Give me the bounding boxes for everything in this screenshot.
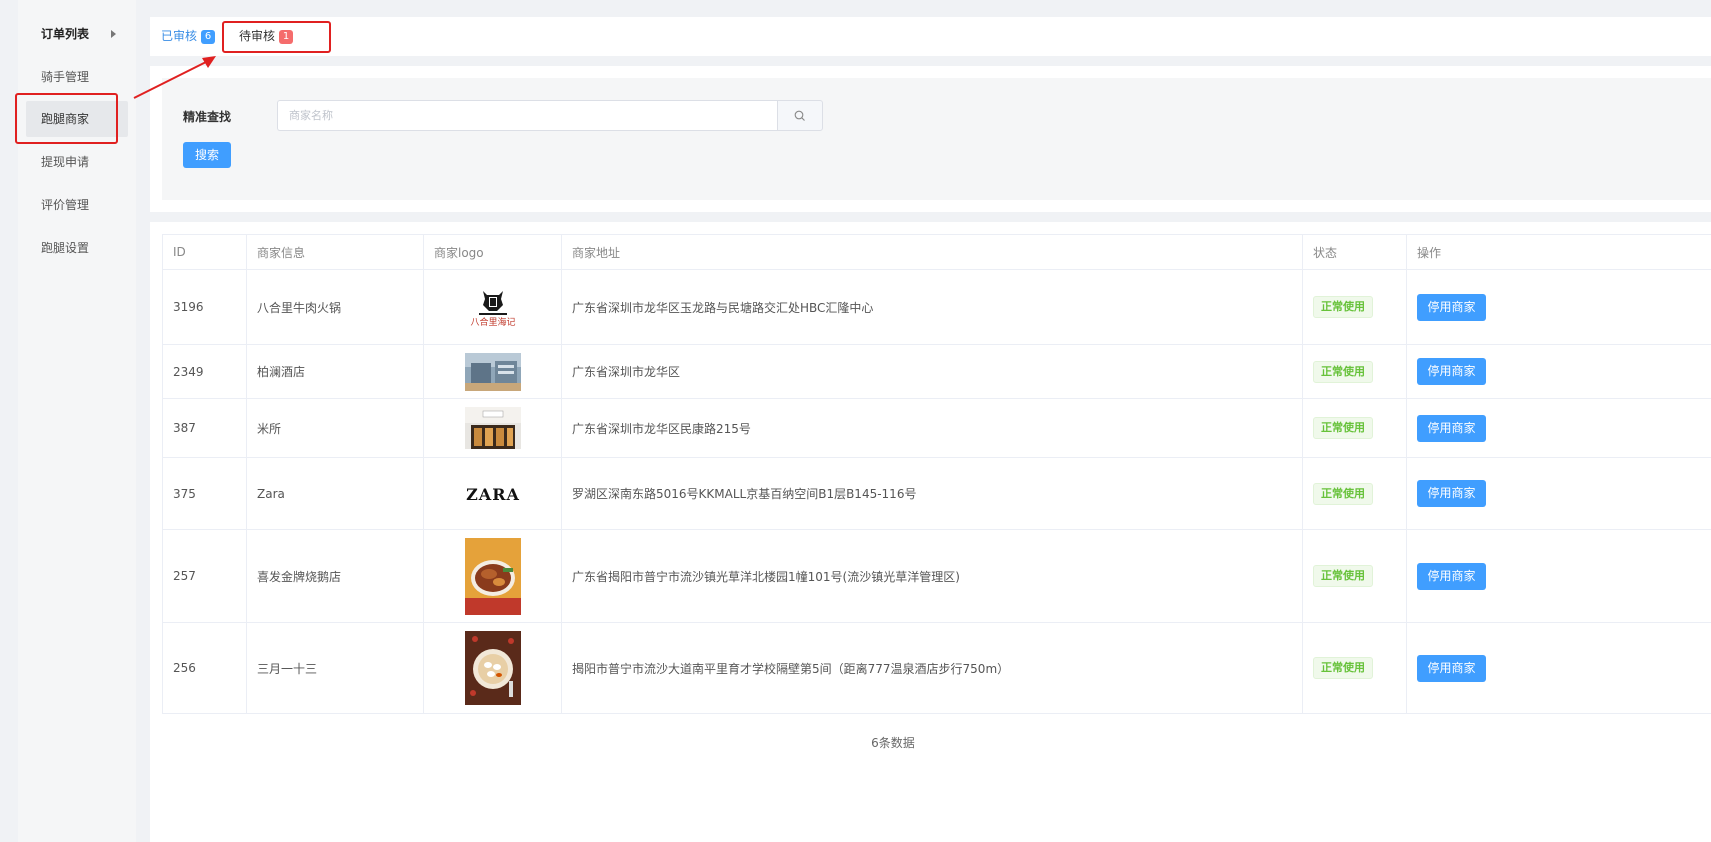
column-header-actions: 操作 xyxy=(1406,234,1711,270)
cell-address: 揭阳市普宁市流沙大道南平里育才学校隔壁第5间（距离777温泉酒店步行750m） xyxy=(561,622,1303,714)
merchant-logo-image xyxy=(464,407,521,449)
cell-logo xyxy=(423,622,562,714)
cell-name: 米所 xyxy=(246,398,424,458)
disable-merchant-button[interactable]: 停用商家 xyxy=(1417,293,1486,321)
search-icon xyxy=(794,110,805,121)
table-row: 257 喜发金牌烧鹅店 广东省揭阳市普宁市流沙镇光草洋北楼园1幢101号(流沙镇… xyxy=(162,529,1711,623)
merchant-logo-image xyxy=(464,537,521,615)
sidebar-item-reviews[interactable]: 评价管理 xyxy=(26,187,128,223)
cell-logo xyxy=(423,529,562,623)
disable-merchant-button[interactable]: 停用商家 xyxy=(1417,654,1486,682)
count-badge: 6 xyxy=(201,30,216,44)
cell-status: 正常使用 xyxy=(1302,457,1407,530)
cell-address: 广东省深圳市龙华区玉龙路与民塘路交汇处HBC汇隆中心 xyxy=(561,269,1303,345)
table-row: 2349 柏澜酒店 广东省深圳市龙华区 正常使用 停用商家 xyxy=(162,344,1711,399)
merchant-name-input[interactable] xyxy=(277,100,777,131)
sidebar-item-label: 提现申请 xyxy=(41,155,90,169)
cell-id: 375 xyxy=(162,457,247,530)
sidebar-item-label: 骑手管理 xyxy=(41,70,90,84)
table-row: 256 三月一十三 揭阳市普宁市流沙大道南平里育才学校隔壁第5间（距离777温泉… xyxy=(162,622,1711,714)
total-count: 6条数据 xyxy=(871,736,915,750)
disable-merchant-button[interactable]: 停用商家 xyxy=(1417,480,1486,507)
tab-bar: 已审核 6 待审核 1 xyxy=(150,17,1711,56)
cell-actions: 停用商家 xyxy=(1406,398,1711,458)
merchant-logo-image xyxy=(464,631,521,705)
cell-actions: 停用商家 xyxy=(1406,529,1711,623)
tab-label: 已审核 xyxy=(161,29,198,43)
sidebar-item-label: 订单列表 xyxy=(41,27,90,41)
cell-logo: ZARA xyxy=(423,457,562,530)
status-badge: 正常使用 xyxy=(1313,360,1373,383)
cell-actions: 停用商家 xyxy=(1406,344,1711,399)
sidebar-item-riders[interactable]: 骑手管理 xyxy=(26,59,128,95)
cell-address: 广东省揭阳市普宁市流沙镇光草洋北楼园1幢101号(流沙镇光草洋管理区) xyxy=(561,529,1303,623)
cell-actions: 停用商家 xyxy=(1406,269,1711,345)
sidebar-item-label: 跑腿设置 xyxy=(41,241,90,255)
table-row: 375 Zara ZARA 罗湖区深南东路5016号KKMALL京基百纳空间B1… xyxy=(162,457,1711,530)
cell-id: 3196 xyxy=(162,269,247,345)
search-icon-button[interactable] xyxy=(777,100,823,131)
annotation-box-tab xyxy=(222,21,331,53)
merchant-logo-image: 八合里海记 xyxy=(464,285,521,329)
status-badge: 正常使用 xyxy=(1313,657,1373,679)
sidebar-item-order-list[interactable]: 订单列表 xyxy=(26,16,128,52)
merchant-logo-image xyxy=(464,352,521,391)
cell-status: 正常使用 xyxy=(1302,622,1407,714)
sidebar-item-label: 评价管理 xyxy=(41,198,90,212)
merchant-logo-image: ZARA xyxy=(453,484,533,504)
annotation-arrow-icon xyxy=(133,56,216,99)
status-badge: 正常使用 xyxy=(1313,296,1373,318)
cell-status: 正常使用 xyxy=(1302,344,1407,399)
cell-actions: 停用商家 xyxy=(1406,457,1711,530)
annotation-box-sidebar xyxy=(15,93,118,144)
cell-address: 广东省深圳市龙华区 xyxy=(561,344,1303,399)
status-badge: 正常使用 xyxy=(1313,417,1373,439)
search-button[interactable]: 搜索 xyxy=(183,142,231,168)
filter-label: 精准查找 xyxy=(183,110,232,124)
cell-status: 正常使用 xyxy=(1302,529,1407,623)
cell-id: 387 xyxy=(162,398,247,458)
column-header-id: ID xyxy=(162,234,247,270)
cell-id: 257 xyxy=(162,529,247,623)
cell-address: 罗湖区深南东路5016号KKMALL京基百纳空间B1层B145-116号 xyxy=(561,457,1303,530)
column-header-address: 商家地址 xyxy=(561,234,1303,270)
filter-panel: 精准查找 搜索 xyxy=(150,66,1711,212)
column-header-info: 商家信息 xyxy=(246,234,424,270)
logo-text: 八合里海记 xyxy=(470,316,515,328)
table-row: 387 米所 广东省深圳市龙华区民康路215号 正常使用 停用商家 xyxy=(162,398,1711,458)
cell-status: 正常使用 xyxy=(1302,398,1407,458)
column-header-status: 状态 xyxy=(1302,234,1407,270)
table-row: 3196 八合里牛肉火锅 八合里海记 广东省深圳市龙华区玉龙路与民塘路交汇处HB… xyxy=(162,269,1711,345)
merchant-table: ID 商家信息 商家logo 商家地址 状态 操作 3196 八合里牛肉火锅 八… xyxy=(162,234,1711,714)
cell-name: 三月一十三 xyxy=(246,622,424,714)
disable-merchant-button[interactable]: 停用商家 xyxy=(1417,414,1486,442)
disable-merchant-button[interactable]: 停用商家 xyxy=(1417,562,1486,590)
cell-logo xyxy=(423,398,562,458)
cell-name: Zara xyxy=(246,457,424,530)
logo-text: ZARA xyxy=(466,485,520,504)
cell-logo xyxy=(423,344,562,399)
cell-logo: 八合里海记 xyxy=(423,269,562,345)
table-header-row: ID 商家信息 商家logo 商家地址 状态 操作 xyxy=(162,234,1711,270)
cell-id: 2349 xyxy=(162,344,247,399)
cell-address: 广东省深圳市龙华区民康路215号 xyxy=(561,398,1303,458)
sidebar-item-settings[interactable]: 跑腿设置 xyxy=(26,230,128,266)
cell-name: 喜发金牌烧鹅店 xyxy=(246,529,424,623)
cell-id: 256 xyxy=(162,622,247,714)
cell-name: 柏澜酒店 xyxy=(246,344,424,399)
cell-status: 正常使用 xyxy=(1302,269,1407,345)
status-badge: 正常使用 xyxy=(1313,482,1373,505)
cell-name: 八合里牛肉火锅 xyxy=(246,269,424,345)
disable-merchant-button[interactable]: 停用商家 xyxy=(1417,358,1486,385)
status-badge: 正常使用 xyxy=(1313,565,1373,587)
sidebar-item-withdrawals[interactable]: 提现申请 xyxy=(26,144,128,180)
merchant-table-card: ID 商家信息 商家logo 商家地址 状态 操作 3196 八合里牛肉火锅 八… xyxy=(150,222,1711,842)
column-header-logo: 商家logo xyxy=(423,234,562,270)
filter-form: 精准查找 搜索 xyxy=(162,78,1711,200)
caret-right-icon xyxy=(111,30,116,38)
cell-actions: 停用商家 xyxy=(1406,622,1711,714)
